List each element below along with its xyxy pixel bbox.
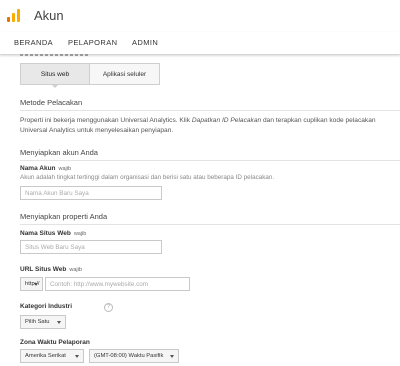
chevron-down-icon <box>57 321 61 324</box>
selected-pointer <box>51 84 59 88</box>
page-title: Akun <box>34 8 64 23</box>
cropped-heading <box>20 54 90 57</box>
protocol-select[interactable]: http:// <box>20 277 43 291</box>
account-name-label: Nama Akun wajib <box>20 165 72 172</box>
nav-item-pelaporan[interactable]: PELAPORAN <box>68 38 117 47</box>
tracking-method-description: Properti ini bekerja menggunakan Univers… <box>20 117 376 134</box>
account-setup-heading: Menyiapkan akun Anda <box>20 148 98 157</box>
main-nav: BERANDA PELAPORAN ADMIN <box>0 32 400 55</box>
chevron-down-icon <box>34 283 38 286</box>
timezone-country-value: Amerika Serikat <box>25 353 66 359</box>
divider <box>20 224 400 225</box>
industry-value: Pilih Satu <box>25 319 50 325</box>
option-mobile-app-label: Aplikasi seluler <box>102 70 147 78</box>
site-url-label: URL Situs Web wajib <box>20 266 82 273</box>
top-bar: Akun <box>0 0 400 32</box>
required-marker: wajib <box>58 166 72 172</box>
site-name-input[interactable] <box>20 240 162 254</box>
question-icon[interactable]: ? <box>104 303 113 312</box>
chevron-down-icon <box>75 355 79 358</box>
industry-select[interactable]: Pilih Satu <box>20 315 66 329</box>
timezone-zone-value: (GMT-08:00) Waktu Pasifik <box>94 353 164 359</box>
option-website-label: Situs web <box>40 70 70 78</box>
get-tracking-id-link-text: Dapatkan ID Pelacakan <box>191 117 262 124</box>
account-help-text: Akun adalah tingkat tertinggi dalam orga… <box>20 174 275 181</box>
required-marker: wajib <box>73 231 87 237</box>
property-setup-heading: Menyiapkan properti Anda <box>20 212 108 221</box>
divider <box>20 110 400 111</box>
account-name-input[interactable] <box>20 186 162 200</box>
chevron-down-icon <box>170 355 174 358</box>
required-marker: wajib <box>69 267 82 273</box>
nav-item-beranda[interactable]: BERANDA <box>14 38 53 47</box>
analytics-logo-icon[interactable] <box>7 9 21 22</box>
option-mobile-app[interactable]: Aplikasi seluler <box>89 63 160 85</box>
timezone-country-select[interactable]: Amerika Serikat <box>20 349 84 363</box>
site-url-input[interactable] <box>45 277 190 291</box>
nav-item-admin[interactable]: ADMIN <box>132 38 158 47</box>
tracking-method-heading: Metode Pelacakan <box>20 98 83 107</box>
timezone-zone-select[interactable]: (GMT-08:00) Waktu Pasifik <box>89 349 179 363</box>
option-website[interactable]: Situs web <box>20 63 90 85</box>
timezone-label: Zona Waktu Pelaporan <box>20 339 90 346</box>
divider <box>20 160 400 161</box>
site-name-label: Nama Situs Web wajib <box>20 230 87 237</box>
industry-label: Kategori Industri <box>20 303 73 310</box>
